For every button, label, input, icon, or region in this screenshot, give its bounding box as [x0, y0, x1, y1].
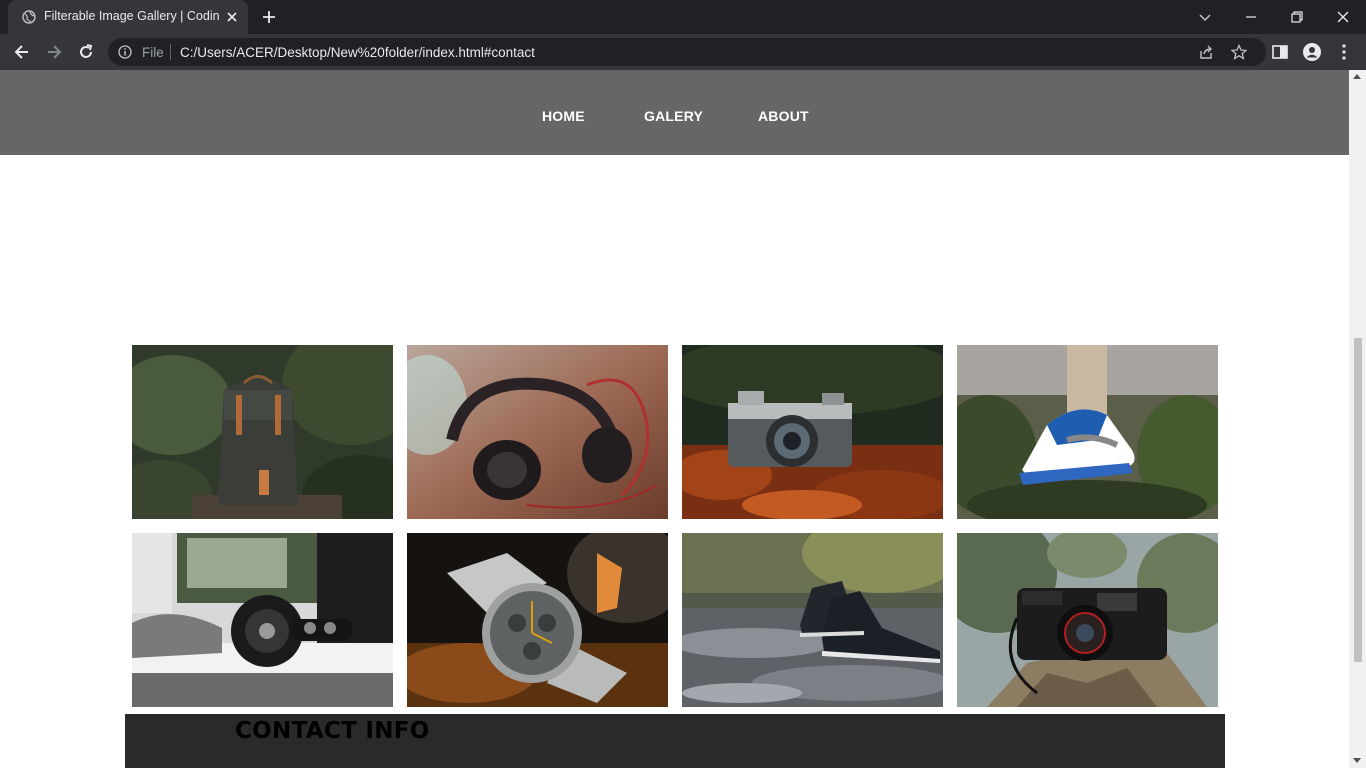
contact-title: CONTACT INFO: [235, 718, 430, 744]
back-arrow-icon[interactable]: [12, 42, 32, 62]
url-text[interactable]: C:/Users/ACER/Desktop/New%20folder/index…: [180, 45, 535, 60]
browser-tab[interactable]: Filterable Image Gallery | CodingNepal: [8, 0, 248, 34]
contact-section: CONTACT INFO: [125, 714, 1225, 768]
scroll-down-arrow-icon[interactable]: [1353, 758, 1361, 763]
backpack-photo-icon: [132, 345, 393, 519]
scrollbar-thumb[interactable]: [1354, 338, 1362, 662]
reload-icon[interactable]: [76, 42, 96, 62]
browser-toolbar: File C:/Users/ACER/Desktop/New%20folder/…: [0, 34, 1366, 70]
gallery-image-camera[interactable]: [682, 345, 943, 519]
camera-photo-icon: [682, 345, 943, 519]
side-panel-icon[interactable]: [1270, 42, 1290, 62]
gallery-image-backpack[interactable]: [132, 345, 393, 519]
nav-home-link[interactable]: HOME: [542, 108, 585, 124]
shoes-water-photo-icon: [682, 533, 943, 707]
minimize-icon[interactable]: [1241, 7, 1261, 27]
nav-galery-link[interactable]: GALERY: [644, 108, 703, 124]
close-window-icon[interactable]: [1333, 7, 1353, 27]
tab-title: Filterable Image Gallery | CodingNepal: [44, 9, 220, 23]
page-scrollbar[interactable]: [1349, 70, 1366, 768]
forward-arrow-icon[interactable]: [44, 42, 64, 62]
gallery-image-shoes-water[interactable]: [682, 533, 943, 707]
share-icon[interactable]: [1198, 44, 1214, 60]
scroll-up-arrow-icon[interactable]: [1353, 74, 1361, 79]
globe-icon: [22, 10, 36, 24]
close-tab-icon[interactable]: [224, 9, 240, 25]
nav-about-link[interactable]: ABOUT: [758, 108, 809, 124]
new-tab-icon[interactable]: [260, 8, 278, 26]
gallery-image-yashica-camera[interactable]: [957, 533, 1218, 707]
gallery-image-headphones[interactable]: [407, 345, 668, 519]
address-separator: [170, 44, 171, 60]
info-icon[interactable]: [118, 45, 132, 59]
menu-kebab-icon[interactable]: [1334, 42, 1354, 62]
scheme-label: File: [142, 45, 164, 60]
gallery-image-watch[interactable]: [407, 533, 668, 707]
gallery-image-headphones-desk[interactable]: [132, 533, 393, 707]
tab-search-chevron-icon[interactable]: [1195, 7, 1215, 27]
site-navbar: HOME GALERY ABOUT: [0, 70, 1349, 155]
sneaker-photo-icon: [957, 345, 1218, 519]
gallery-image-sneaker[interactable]: [957, 345, 1218, 519]
address-bar[interactable]: File C:/Users/ACER/Desktop/New%20folder/…: [108, 38, 1266, 66]
headphones-photo-icon: [407, 345, 668, 519]
browser-tab-strip: Filterable Image Gallery | CodingNepal: [0, 0, 1366, 34]
profile-avatar-icon[interactable]: [1302, 42, 1322, 62]
watch-photo-icon: [407, 533, 668, 707]
page-viewport: HOME GALERY ABOUT CONTACT INFO: [0, 70, 1349, 768]
headphones-desk-photo-icon: [132, 533, 393, 707]
restore-icon[interactable]: [1287, 7, 1307, 27]
yashica-camera-photo-icon: [957, 533, 1218, 707]
bookmark-star-icon[interactable]: [1231, 44, 1247, 60]
